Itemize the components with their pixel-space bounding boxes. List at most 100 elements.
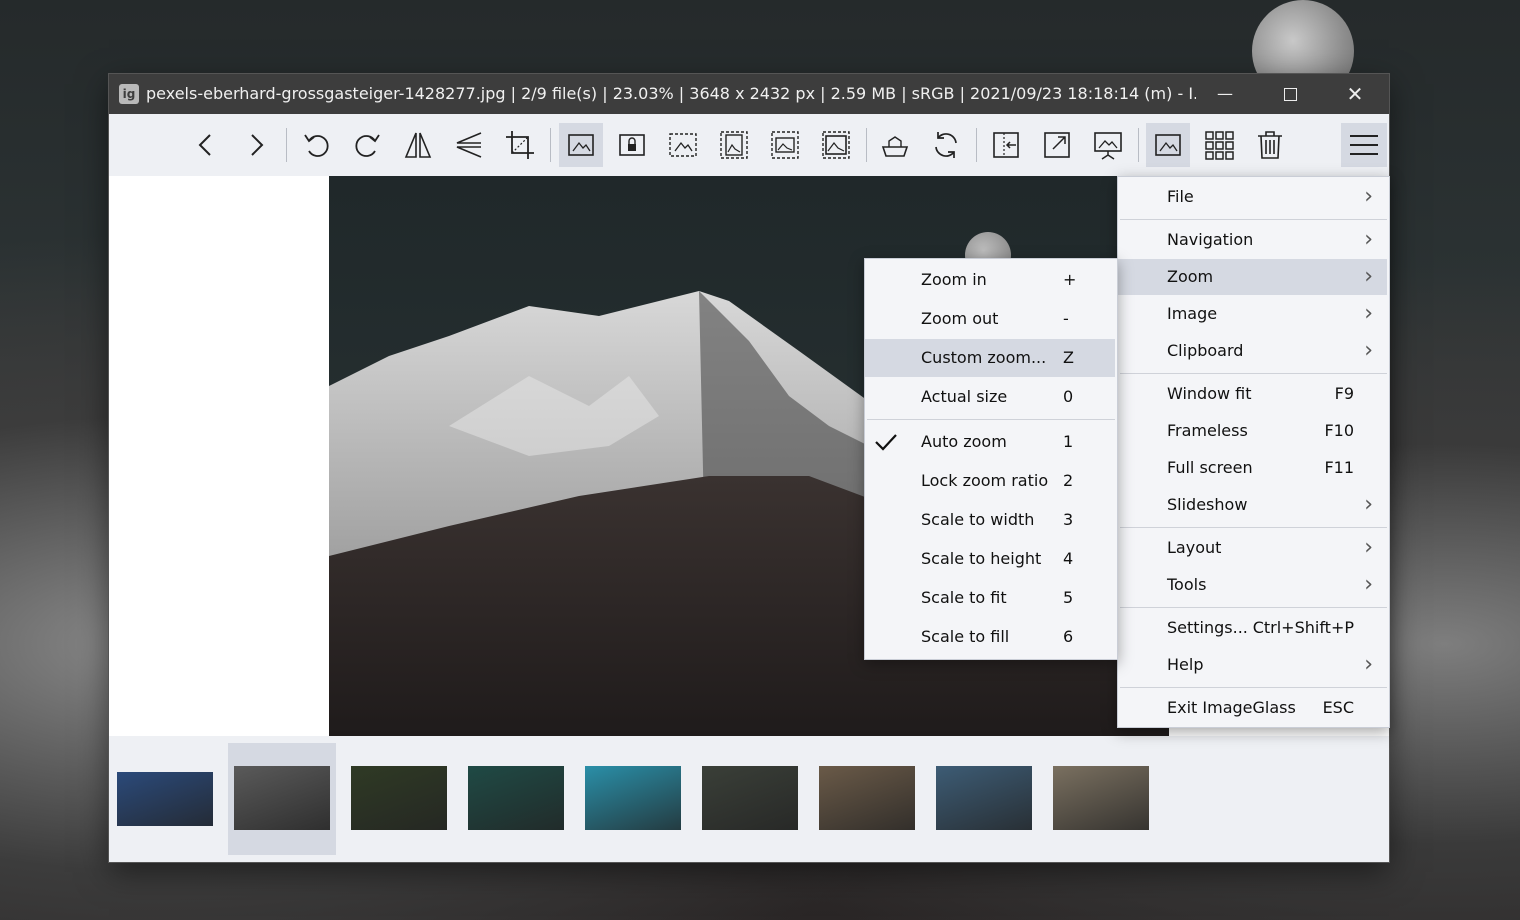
zoom-menu-item-scale-to-fit[interactable]: Scale to fit 5 — [865, 579, 1115, 617]
menu-item-label: Full screen — [1167, 458, 1253, 477]
main-menu-item-file[interactable]: File › — [1118, 179, 1387, 215]
maximize-button[interactable] — [1267, 74, 1313, 114]
zoom-menu-item-custom-zoom[interactable]: Custom zoom... Z — [865, 339, 1115, 377]
menu-icon[interactable] — [1341, 123, 1387, 167]
menu-item-label: Scale to height — [921, 549, 1042, 568]
scale-fit-icon[interactable] — [763, 123, 807, 167]
main-menu-item-window-fit[interactable]: Window fit F9 — [1118, 376, 1387, 412]
zoom-menu-item-scale-to-width[interactable]: Scale to width 3 — [865, 501, 1115, 539]
menu-item-label: Actual size — [921, 387, 1008, 406]
slideshow-icon[interactable] — [1086, 123, 1130, 167]
menu-item-label: Slideshow — [1167, 495, 1248, 514]
thumbnail-2[interactable] — [234, 766, 330, 830]
open-with-icon[interactable] — [873, 123, 917, 167]
chevron-right-icon: › — [1364, 492, 1373, 517]
zoom-menu-item-actual-size[interactable]: Actual size 0 — [865, 378, 1115, 416]
refresh-icon[interactable] — [924, 123, 968, 167]
menu-item-label: Window fit — [1167, 384, 1252, 403]
menu-item-label: Scale to width — [921, 510, 1035, 529]
zoom-submenu: Zoom in + Zoom out - Custom zoom... Z Actual s… — [864, 258, 1118, 660]
menu-item-shortcut: Z — [1063, 348, 1074, 367]
toolbar-divider — [866, 128, 867, 162]
menu-item-shortcut: ESC — [1322, 698, 1354, 717]
main-menu-item-frameless[interactable]: Frameless F10 — [1118, 413, 1387, 449]
arrow-right-icon[interactable] — [234, 123, 278, 167]
thumbnail-1[interactable] — [117, 772, 213, 826]
toolbar-divider — [1138, 128, 1139, 162]
menu-separator — [1120, 219, 1387, 220]
menu-item-label: Help — [1167, 655, 1204, 674]
main-menu-item-exit-imageglass[interactable]: Exit ImageGlass ESC — [1118, 690, 1387, 726]
menu-item-shortcut: 4 — [1063, 549, 1074, 568]
menu-item-shortcut: 0 — [1063, 387, 1074, 406]
lock-zoom-icon[interactable] — [610, 123, 654, 167]
chevron-right-icon: › — [1364, 301, 1373, 326]
toolbar-divider — [550, 128, 551, 162]
main-menu: File › Navigation › Zoom › Image › Clipboard › Win… — [1117, 176, 1390, 728]
rotate-left-icon[interactable] — [295, 123, 339, 167]
flip-vertical-icon[interactable] — [447, 123, 491, 167]
main-menu-item-navigation[interactable]: Navigation › — [1118, 222, 1387, 258]
zoom-menu-item-lock-zoom-ratio[interactable]: Lock zoom ratio 2 — [865, 462, 1115, 500]
main-menu-item-zoom[interactable]: Zoom › — [1118, 259, 1387, 295]
thumbnail-3[interactable] — [351, 766, 447, 830]
zoom-menu-item-scale-to-height[interactable]: Scale to height 4 — [865, 540, 1115, 578]
arrow-left-icon[interactable] — [184, 123, 228, 167]
toolbar-divider — [976, 128, 977, 162]
menu-item-label: Scale to fill — [921, 627, 1010, 646]
zoom-menu-item-auto-zoom[interactable]: Auto zoom 1 — [865, 423, 1115, 461]
scale-width-icon[interactable] — [661, 123, 705, 167]
menu-separator — [1120, 687, 1387, 688]
menu-separator — [1120, 527, 1387, 528]
menu-item-shortcut: F9 — [1334, 384, 1354, 403]
thumbnail-4[interactable] — [468, 766, 564, 830]
main-menu-item-tools[interactable]: Tools › — [1118, 567, 1387, 603]
window-fit-icon[interactable] — [984, 123, 1028, 167]
thumbnail-7[interactable] — [819, 766, 915, 830]
chevron-right-icon: › — [1364, 338, 1373, 363]
toolbar-divider — [286, 128, 287, 162]
main-menu-item-layout[interactable]: Layout › — [1118, 530, 1387, 566]
close-button[interactable]: ✕ — [1332, 74, 1378, 114]
thumbnail-9[interactable] — [1053, 766, 1149, 830]
menu-item-shortcut: F11 — [1324, 458, 1354, 477]
crop-icon[interactable] — [498, 123, 542, 167]
auto-zoom-icon[interactable] — [559, 123, 603, 167]
minimize-button[interactable]: — — [1202, 74, 1248, 114]
main-menu-item-full-screen[interactable]: Full screen F11 — [1118, 450, 1387, 486]
menu-item-label: Layout — [1167, 538, 1222, 557]
flip-horizontal-icon[interactable] — [396, 123, 440, 167]
main-menu-item-settings[interactable]: Settings... Ctrl+Shift+P — [1118, 610, 1387, 646]
menu-item-label: File — [1167, 187, 1194, 206]
thumbnail-6[interactable] — [702, 766, 798, 830]
thumbnail-bar-icon[interactable] — [1146, 123, 1190, 167]
thumbnail-8[interactable] — [936, 766, 1032, 830]
app-icon: ig — [119, 84, 139, 104]
zoom-menu-item-zoom-in[interactable]: Zoom in + — [865, 261, 1115, 299]
menu-item-label: Zoom — [1167, 267, 1214, 286]
menu-item-shortcut: 1 — [1063, 432, 1074, 451]
zoom-menu-item-zoom-out[interactable]: Zoom out - — [865, 300, 1115, 338]
chevron-right-icon: › — [1364, 184, 1373, 209]
delete-icon[interactable] — [1248, 123, 1292, 167]
zoom-menu-item-scale-to-fill[interactable]: Scale to fill 6 — [865, 618, 1115, 656]
main-menu-item-help[interactable]: Help › — [1118, 647, 1387, 683]
grid-icon[interactable] — [1197, 123, 1241, 167]
menu-item-shortcut: F10 — [1324, 421, 1354, 440]
thumbnail-5[interactable] — [585, 766, 681, 830]
main-menu-item-clipboard[interactable]: Clipboard › — [1118, 333, 1387, 369]
title-bar: ig pexels-eberhard-grossgasteiger-142827… — [109, 74, 1389, 114]
menu-item-shortcut: 2 — [1063, 471, 1074, 490]
menu-separator — [867, 419, 1115, 420]
thumbnail-bar — [109, 736, 1389, 862]
fullscreen-icon[interactable] — [1035, 123, 1079, 167]
main-menu-item-image[interactable]: Image › — [1118, 296, 1387, 332]
menu-item-label: Auto zoom — [921, 432, 1007, 451]
scale-height-icon[interactable] — [712, 123, 756, 167]
scale-fill-icon[interactable] — [814, 123, 858, 167]
menu-item-label: Settings... — [1167, 618, 1248, 637]
main-menu-item-slideshow[interactable]: Slideshow › — [1118, 487, 1387, 523]
rotate-right-icon[interactable] — [345, 123, 389, 167]
menu-item-label: Zoom out — [921, 309, 999, 328]
menu-item-shortcut: 6 — [1063, 627, 1074, 646]
